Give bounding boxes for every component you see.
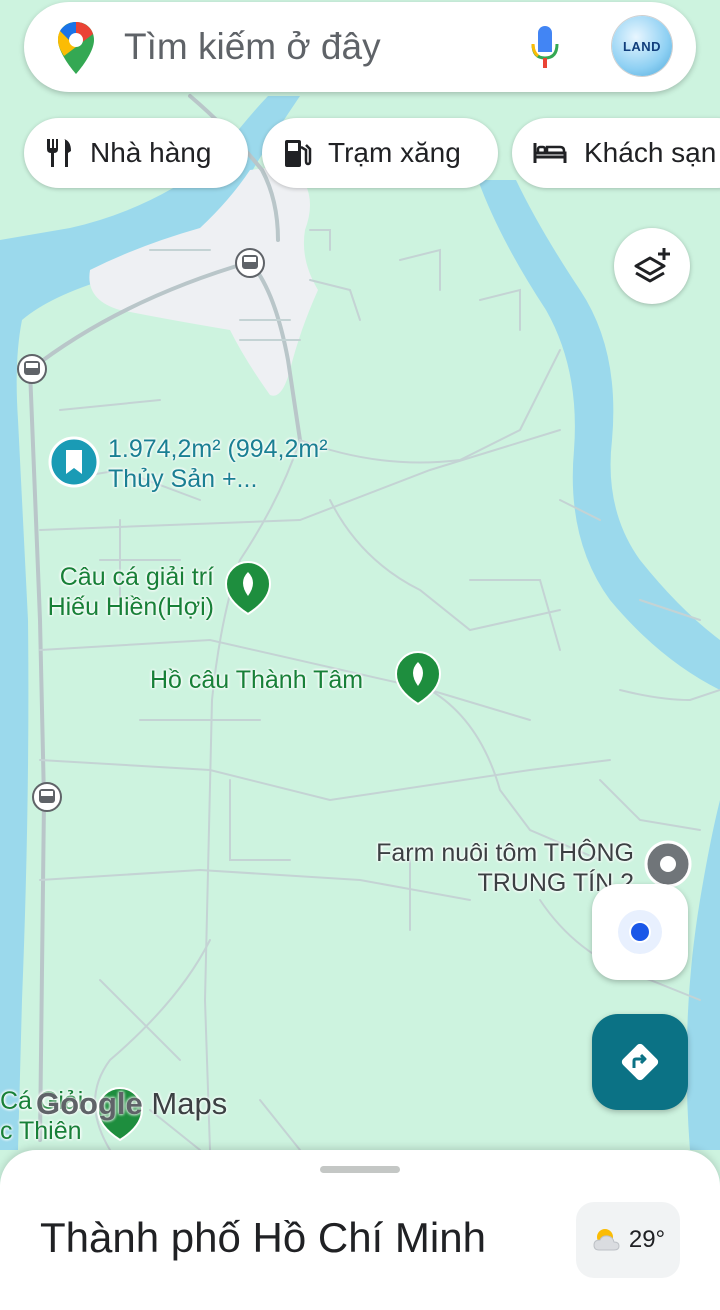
fishing1-line2: Hiếu Hiền(Hợi) (47, 593, 214, 621)
bus-stop-icon (17, 354, 47, 384)
fishing-spot-label[interactable]: Câu cá giải trí Hiếu Hiền(Hợi) (34, 562, 214, 622)
farm-line2: TRUNG TÍN 2 (477, 869, 635, 897)
shrimp-farm-label[interactable]: Farm nuôi tôm THÔNG TRUNG TÍN 2 (348, 838, 634, 898)
land-listing-line1: 1.974,2m² (994,2m² (108, 435, 328, 463)
bus-stop-icon (32, 782, 62, 812)
chip-hotels-label: Khách sạn (584, 137, 717, 168)
account-avatar[interactable]: LAND (612, 16, 672, 76)
layers-button[interactable] (614, 228, 690, 304)
drag-handle[interactable] (320, 1166, 400, 1173)
weather-chip[interactable]: 29° (576, 1202, 680, 1278)
partly-cloudy-icon (593, 1229, 620, 1251)
bookmark-pin-icon (48, 436, 100, 488)
search-bar[interactable]: Tìm kiếm ở đây LAND (24, 2, 696, 92)
gas-station-icon (285, 140, 312, 167)
chip-restaurants-label: Nhà hàng (90, 137, 212, 168)
temperature: 29° (628, 1226, 666, 1253)
google-wordmark: Google (36, 1086, 143, 1121)
chip-hotels[interactable]: Khách sạn (512, 118, 720, 188)
farm-line1: Farm nuôi tôm THÔNG (376, 839, 634, 867)
chip-gas-stations[interactable]: Trạm xăng (262, 118, 498, 188)
fishing2-text: Hồ câu Thành Tâm (150, 666, 364, 694)
avatar-text: LAND (622, 38, 662, 54)
my-location-icon (618, 910, 662, 954)
bus-stop-icon (235, 248, 265, 278)
fishing1-line1: Câu cá giải trí (59, 563, 214, 591)
land-listing-label[interactable]: 1.974,2m² (994,2m² Thủy Sản +... (108, 434, 328, 494)
directions-button[interactable] (592, 1014, 688, 1110)
google-maps-watermark: Google Maps (36, 1086, 227, 1122)
land-listing-line2: Thủy Sản +... (108, 465, 258, 493)
google-maps-logo-icon (58, 22, 94, 74)
place-name: Thành phố Hồ Chí Minh (40, 1214, 486, 1261)
chip-restaurants[interactable]: Nhà hàng (24, 118, 248, 188)
directions-icon (621, 1043, 659, 1081)
my-location-button[interactable] (592, 884, 688, 980)
microphone-icon[interactable] (530, 24, 560, 70)
maps-wordmark: Maps (151, 1086, 228, 1121)
bottom-sheet[interactable]: Thành phố Hồ Chí Minh 29° (0, 1150, 720, 1310)
layers-icon (634, 248, 670, 283)
hotel-icon (533, 143, 567, 163)
restaurant-icon (47, 139, 71, 167)
fishing-lake-label[interactable]: Hồ câu Thành Tâm (150, 665, 363, 695)
search-placeholder[interactable]: Tìm kiếm ở đây (124, 26, 381, 68)
location-pin-icon (644, 840, 692, 888)
chip-gas-stations-label: Trạm xăng (328, 137, 461, 168)
